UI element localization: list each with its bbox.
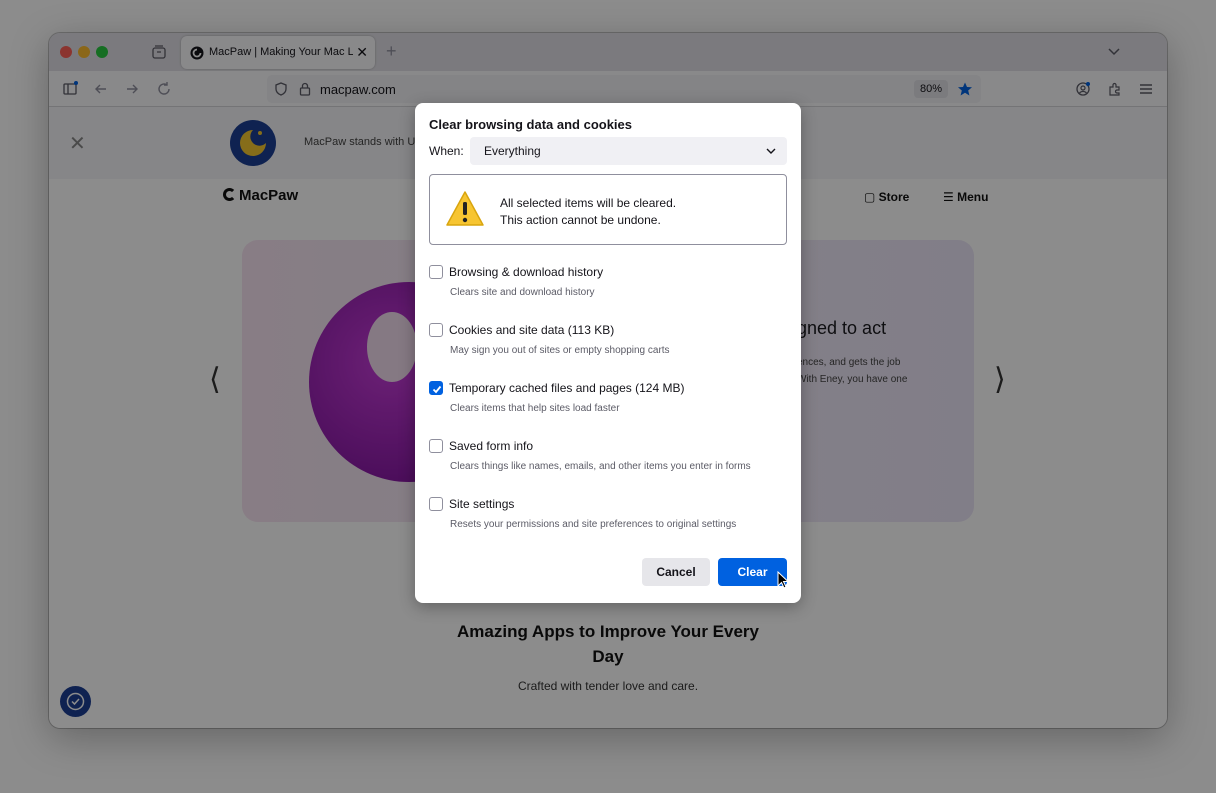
site-settings-checkbox[interactable] xyxy=(429,497,443,511)
checkmark-icon xyxy=(432,385,442,394)
cache-checkbox[interactable] xyxy=(429,381,443,395)
warning-text: All selected items will be cleared. This… xyxy=(500,195,676,229)
option-label: Browsing & download history xyxy=(449,265,604,279)
option-description: May sign you out of sites or empty shopp… xyxy=(450,345,670,356)
option-description: Clears things like names, emails, and ot… xyxy=(450,461,751,472)
when-label: When: xyxy=(429,144,464,158)
cancel-button[interactable]: Cancel xyxy=(642,558,710,586)
time-range-value: Everything xyxy=(484,144,541,158)
cookies-checkbox[interactable] xyxy=(429,323,443,337)
warning-line-1: All selected items will be cleared. xyxy=(500,196,677,210)
option-description: Clears site and download history xyxy=(450,287,595,298)
warning-line-2: This action cannot be undone. xyxy=(500,213,661,227)
option-label: Site settings xyxy=(449,497,515,511)
option-label: Saved form info xyxy=(449,439,534,453)
form-info-checkbox[interactable] xyxy=(429,439,443,453)
mouse-cursor-icon xyxy=(777,571,789,589)
option-label: Temporary cached files and pages (124 MB… xyxy=(449,381,685,395)
option-description: Resets your permissions and site prefere… xyxy=(450,519,737,530)
option-description: Clears items that help sites load faster xyxy=(450,403,620,414)
browsing-history-checkbox[interactable] xyxy=(429,265,443,279)
time-range-select[interactable]: Everything xyxy=(470,137,787,165)
dialog-title: Clear browsing data and cookies xyxy=(429,117,632,132)
clear-data-dialog: Clear browsing data and cookies When: Ev… xyxy=(415,103,801,603)
chevron-down-icon xyxy=(766,148,776,154)
warning-box: All selected items will be cleared. This… xyxy=(429,174,787,245)
option-label: Cookies and site data (113 KB) xyxy=(449,323,615,337)
warning-icon xyxy=(446,191,484,226)
